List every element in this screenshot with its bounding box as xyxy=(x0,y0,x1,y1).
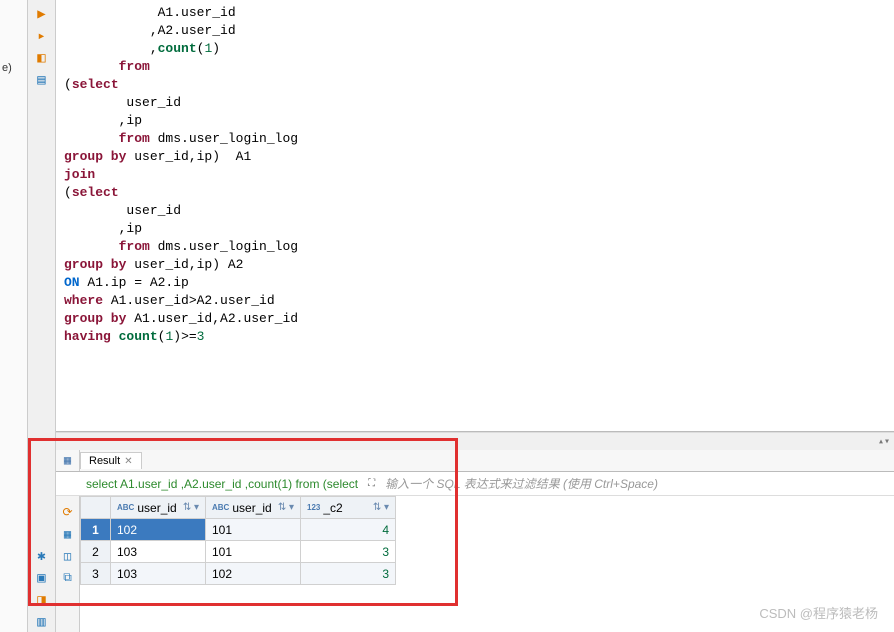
grid-icon: ▦ xyxy=(64,453,71,468)
table-row[interactable]: 31031023 xyxy=(81,563,396,585)
record-icon[interactable]: ◫ xyxy=(60,548,76,564)
column-header[interactable]: 123_c2⇅ ▾ xyxy=(301,497,396,519)
close-icon[interactable]: ✕ xyxy=(124,456,132,467)
rollback-icon[interactable]: ◨ xyxy=(32,590,52,610)
column-header[interactable]: ABCuser_id⇅ ▾ xyxy=(111,497,206,519)
table-cell[interactable]: 103 xyxy=(111,541,206,563)
panels-icon[interactable]: ⧉ xyxy=(60,570,76,586)
table-row[interactable]: 11021014 xyxy=(81,519,396,541)
result-gutter: ⟳ ▦ ◫ ⧉ xyxy=(56,496,80,632)
result-table: ABCuser_id⇅ ▾ABCuser_id⇅ ▾123_c2⇅ ▾11021… xyxy=(80,496,396,585)
table-cell[interactable]: 3 xyxy=(301,541,396,563)
refresh-icon[interactable]: ⟳ xyxy=(60,504,76,520)
script-icon[interactable]: ◧ xyxy=(32,48,52,68)
table-row[interactable]: 21031013 xyxy=(81,541,396,563)
play-cursor-icon[interactable]: ▸ xyxy=(32,26,52,46)
scroll-collapse-icon[interactable]: ▴▾ xyxy=(878,436,890,448)
side-hint: e) xyxy=(0,60,27,76)
sql-editor[interactable]: A1.user_id ,A2.user_id ,count(1) from(se… xyxy=(56,0,894,431)
table-cell[interactable]: 4 xyxy=(301,519,396,541)
result-tab-label: Result xyxy=(89,455,120,467)
table-cell[interactable]: 102 xyxy=(111,519,206,541)
result-tab[interactable]: Result ✕ xyxy=(80,452,142,469)
explain-icon[interactable]: ▤ xyxy=(32,70,52,90)
play-icon[interactable]: ▶ xyxy=(32,4,52,24)
grid-view-icon[interactable]: ▦ xyxy=(60,526,76,542)
sql-preview: select A1.user_id ,A2.user_id ,count(1) … xyxy=(80,477,364,491)
editor-hscroll[interactable]: ▴▾ xyxy=(56,432,894,450)
column-header[interactable]: ABCuser_id⇅ ▾ xyxy=(206,497,301,519)
table-cell[interactable]: 103 xyxy=(111,563,206,585)
table-cell[interactable]: 102 xyxy=(206,563,301,585)
vertical-toolbar: ▶ ▸ ◧ ▤ ✱ ▣ ◨ ▥ xyxy=(28,0,56,632)
filter-input[interactable]: 输入一个 SQL 表达式来过滤结果 (使用 Ctrl+Space) xyxy=(379,475,894,492)
table-cell[interactable]: 3 xyxy=(301,563,396,585)
table-cell[interactable]: 101 xyxy=(206,519,301,541)
table-cell[interactable]: 101 xyxy=(206,541,301,563)
gear-icon[interactable]: ✱ xyxy=(32,546,52,566)
panel-icon[interactable]: ▥ xyxy=(32,612,52,632)
commit-icon[interactable]: ▣ xyxy=(32,568,52,588)
expand-icon[interactable]: ⛶ xyxy=(364,478,379,490)
watermark: CSDN @程序猿老杨 xyxy=(759,603,878,622)
